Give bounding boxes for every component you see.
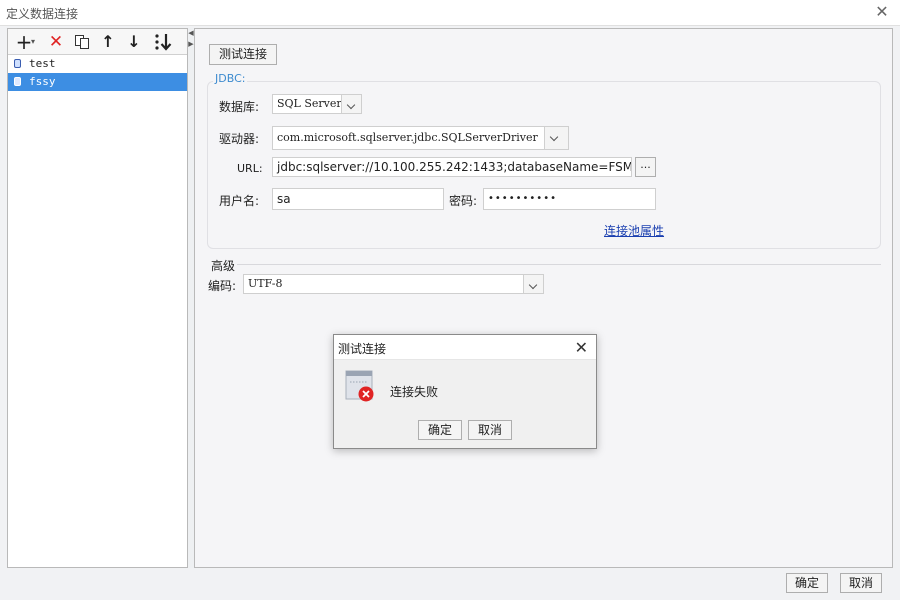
dialog-cancel-button[interactable]: 取消 bbox=[468, 420, 512, 440]
connection-item-label: test bbox=[29, 57, 56, 70]
arrow-up-icon: ↑ bbox=[101, 32, 115, 51]
encoding-select[interactable]: UTF-8 bbox=[243, 274, 544, 294]
add-dropdown-caret-icon[interactable]: ▾ bbox=[31, 37, 35, 46]
connection-item-test[interactable]: test bbox=[8, 55, 187, 73]
connection-tree: test fssy bbox=[8, 55, 187, 91]
connection-item-label: fssy bbox=[29, 75, 56, 88]
connection-list-panel: + ▾ ✕ ↑ ↓ test fssy bbox=[7, 28, 188, 568]
url-label: URL: bbox=[237, 162, 263, 175]
password-field[interactable]: •••••••••• bbox=[483, 188, 656, 210]
test-connection-dialog: 测试连接 ✕ 连接失败 确定 取消 bbox=[333, 334, 597, 449]
database-select-value: SQL Server bbox=[277, 97, 342, 110]
test-connection-button[interactable]: 测试连接 bbox=[209, 44, 277, 65]
window-titlebar: 定义数据连接 ✕ bbox=[0, 0, 900, 26]
dialog-ok-button[interactable]: 确定 bbox=[418, 420, 462, 440]
dialog-message: 连接失败 bbox=[390, 385, 439, 399]
window-title: 定义数据连接 bbox=[6, 7, 79, 21]
error-icon bbox=[345, 370, 374, 402]
username-field[interactable]: sa bbox=[272, 188, 444, 210]
driver-select[interactable]: com.microsoft.sqlserver.jdbc.SQLServerDr… bbox=[272, 126, 569, 150]
move-down-button[interactable]: ↓ bbox=[124, 32, 144, 52]
arrow-down-icon: ↓ bbox=[127, 32, 141, 51]
copy-connection-button[interactable] bbox=[72, 32, 92, 52]
advanced-divider bbox=[237, 264, 881, 265]
connection-pool-link[interactable]: 连接池属性 bbox=[604, 222, 664, 239]
close-icon[interactable]: ✕ bbox=[874, 4, 890, 20]
encoding-label: 编码: bbox=[208, 279, 237, 293]
footer-ok-button[interactable]: 确定 bbox=[786, 573, 828, 593]
delete-connection-button[interactable]: ✕ bbox=[46, 32, 66, 52]
connection-toolbar: + ▾ ✕ ↑ ↓ bbox=[8, 29, 187, 55]
driver-label: 驱动器: bbox=[219, 132, 260, 146]
dialog-close-icon[interactable]: ✕ bbox=[575, 338, 588, 357]
connection-item-fssy[interactable]: fssy bbox=[8, 73, 187, 91]
database-icon bbox=[14, 59, 21, 68]
url-field[interactable]: jdbc:sqlserver://10.100.255.242:1433;dat… bbox=[272, 157, 632, 177]
advanced-title: 高级 bbox=[211, 259, 236, 273]
encoding-select-value: UTF-8 bbox=[248, 277, 283, 290]
driver-select-value: com.microsoft.sqlserver.jdbc.SQLServerDr… bbox=[277, 131, 538, 144]
sort-icon bbox=[155, 34, 172, 51]
move-up-button[interactable]: ↑ bbox=[98, 32, 118, 52]
database-icon bbox=[14, 77, 21, 86]
delete-icon: ✕ bbox=[48, 32, 64, 52]
url-browse-button[interactable]: ... bbox=[635, 157, 656, 177]
connection-settings-panel: 测试连接 JDBC: 数据库: SQL Server 驱动器: com.micr… bbox=[194, 28, 893, 568]
footer-cancel-button[interactable]: 取消 bbox=[840, 573, 882, 593]
sort-button[interactable] bbox=[151, 32, 175, 52]
username-label: 用户名: bbox=[219, 194, 260, 208]
dialog-titlebar: 测试连接 ✕ bbox=[334, 335, 596, 360]
chevron-down-icon bbox=[523, 275, 543, 293]
plus-icon: + bbox=[15, 30, 33, 54]
dialog-title: 测试连接 bbox=[338, 342, 387, 356]
database-select[interactable]: SQL Server bbox=[272, 94, 362, 114]
database-label: 数据库: bbox=[219, 100, 260, 114]
chevron-down-icon bbox=[341, 95, 361, 113]
password-label: 密码: bbox=[449, 194, 478, 208]
chevron-down-icon bbox=[544, 127, 568, 149]
copy-icon bbox=[75, 35, 89, 49]
jdbc-group-title: JDBC: bbox=[213, 72, 248, 85]
